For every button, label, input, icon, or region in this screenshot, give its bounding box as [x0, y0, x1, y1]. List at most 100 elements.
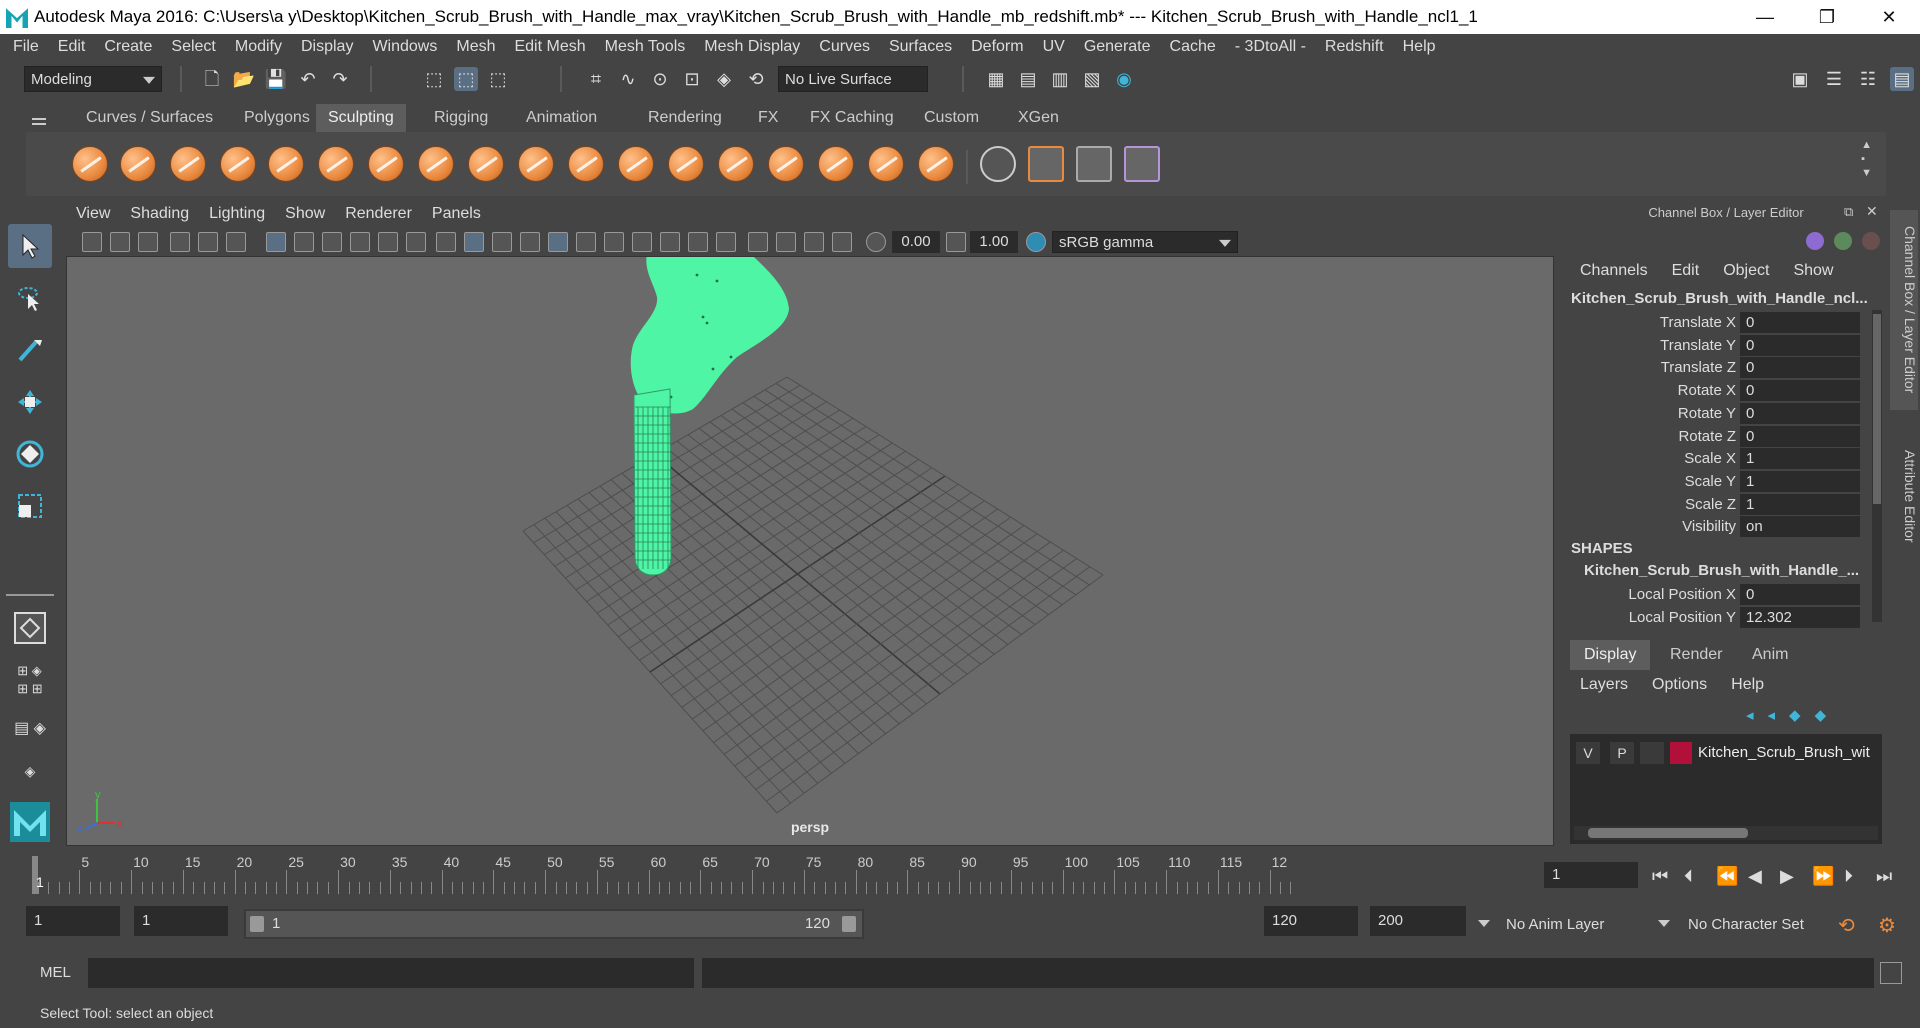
- minimize-button[interactable]: —: [1734, 0, 1796, 34]
- range-slider-start-handle[interactable]: [250, 916, 264, 932]
- xray-active-components-icon[interactable]: [804, 232, 824, 252]
- play-backwards-icon[interactable]: ◀: [1748, 866, 1768, 886]
- viewport-menu-panels[interactable]: Panels: [422, 205, 491, 223]
- sculpt-tool-icon[interactable]: [72, 146, 108, 182]
- channel-row[interactable]: Scale X1: [1566, 448, 1866, 470]
- shape-channel-row[interactable]: Local Position X0: [1566, 584, 1866, 606]
- smear-tool-icon[interactable]: [768, 146, 804, 182]
- safe-action-icon[interactable]: [406, 232, 426, 252]
- play-forwards-icon[interactable]: ▶: [1780, 866, 1800, 886]
- menu-deform[interactable]: Deform: [962, 38, 1033, 56]
- mel-input[interactable]: [88, 958, 694, 988]
- rotate-tool-icon[interactable]: [8, 432, 52, 476]
- snap-point-icon[interactable]: ⊙: [648, 67, 672, 91]
- channel-row[interactable]: Scale Z1: [1566, 493, 1866, 516]
- float-panel-icon[interactable]: ⧉: [1844, 204, 1853, 220]
- camera-attributes-icon[interactable]: [110, 232, 130, 252]
- channel-row[interactable]: Visibility on: [1566, 516, 1866, 538]
- go-to-start-icon[interactable]: ⏮: [1652, 866, 1672, 886]
- shelf-tab-animation[interactable]: Animation: [514, 104, 609, 132]
- pinch-tool-icon[interactable]: [268, 146, 304, 182]
- hyper-icon[interactable]: [1862, 232, 1880, 250]
- viewport-menu-show[interactable]: Show: [275, 205, 335, 223]
- gamma-field[interactable]: 1.00: [970, 231, 1018, 253]
- cb-menu-edit[interactable]: Edit: [1658, 262, 1710, 280]
- animation-preferences-icon[interactable]: ⚙: [1878, 913, 1896, 938]
- mel-label[interactable]: MEL: [40, 964, 71, 981]
- step-forward-key-icon[interactable]: ⏩: [1812, 866, 1834, 886]
- redo-icon[interactable]: ↷: [328, 67, 352, 91]
- close-button[interactable]: ✕: [1858, 0, 1920, 34]
- menu-curves[interactable]: Curves: [810, 38, 880, 56]
- playback-start-field[interactable]: 1: [134, 906, 228, 936]
- hypershade-icon[interactable]: ◉: [1112, 67, 1136, 91]
- channel-row-value[interactable]: 0: [1740, 312, 1860, 333]
- use-all-lights-icon[interactable]: [576, 232, 596, 252]
- scrape-tool-icon[interactable]: [618, 146, 654, 182]
- foamy-tool-icon[interactable]: [368, 146, 404, 182]
- object-name[interactable]: Kitchen_Scrub_Brush_with_Handle_ncl...: [1571, 290, 1871, 307]
- mudbox-icon[interactable]: [1076, 146, 1112, 182]
- freeze-tool-icon[interactable]: [918, 146, 954, 182]
- shelf-tab-polygons[interactable]: Polygons: [232, 104, 322, 132]
- modeling-toolkit-icon[interactable]: ▣: [1788, 67, 1812, 91]
- close-panel-icon[interactable]: ✕: [1866, 203, 1878, 220]
- layer-menu-help[interactable]: Help: [1717, 676, 1774, 694]
- texture-brush-icon[interactable]: [1124, 146, 1160, 182]
- go-to-end-icon[interactable]: ⏭: [1876, 866, 1896, 886]
- render-frame-icon[interactable]: ▤: [1016, 67, 1040, 91]
- layer-name[interactable]: Kitchen_Scrub_Brush_wit: [1698, 742, 1874, 764]
- film-gate-icon[interactable]: [294, 232, 314, 252]
- menu-windows[interactable]: Windows: [363, 38, 447, 56]
- channel-row-value[interactable]: 0: [1740, 425, 1860, 447]
- viewport-menu-shading[interactable]: Shading: [120, 205, 199, 223]
- shelf-scroll-icon[interactable]: ▲ ▪ ▼: [1861, 138, 1872, 180]
- wireframe-icon[interactable]: [436, 232, 456, 252]
- viewport-menu-lighting[interactable]: Lighting: [199, 205, 275, 223]
- channel-box-toggle-icon[interactable]: ▤: [1890, 67, 1914, 91]
- xray-icon[interactable]: [776, 232, 796, 252]
- viewport-menu-view[interactable]: View: [66, 205, 120, 223]
- two-d-pan-icon[interactable]: [198, 232, 218, 252]
- select-tool-icon[interactable]: [8, 224, 52, 268]
- textured-icon[interactable]: [548, 232, 568, 252]
- select-object-icon[interactable]: ⬚: [454, 67, 478, 91]
- snap-grid-icon[interactable]: ⌗: [584, 67, 608, 91]
- exposure-icon[interactable]: [866, 232, 886, 252]
- animation-start-field[interactable]: 1: [26, 906, 120, 936]
- menu-modify[interactable]: Modify: [226, 38, 292, 56]
- gamma-icon[interactable]: [946, 232, 966, 252]
- use-default-material-icon[interactable]: [492, 232, 512, 252]
- fill-tool-icon[interactable]: [668, 146, 704, 182]
- channel-row-value[interactable]: on: [1740, 516, 1860, 538]
- smooth-shade-icon[interactable]: [464, 232, 484, 252]
- layer-list-hscrollbar[interactable]: [1574, 826, 1878, 840]
- sculpt-layers-icon[interactable]: [1028, 146, 1064, 182]
- shelf-tab-curves-surfaces[interactable]: Curves / Surfaces: [74, 104, 225, 132]
- ipr-render-icon[interactable]: ▥: [1048, 67, 1072, 91]
- channel-row-value[interactable]: 0: [1740, 334, 1860, 356]
- viewport-menu-renderer[interactable]: Renderer: [335, 205, 422, 223]
- perspective-viewport[interactable]: persp y x z: [66, 256, 1554, 846]
- spray-tool-icon[interactable]: [418, 146, 454, 182]
- menu-edit-mesh[interactable]: Edit Mesh: [505, 38, 595, 56]
- menu-uv[interactable]: UV: [1034, 38, 1075, 56]
- shape-channel-row-value[interactable]: 0: [1740, 584, 1860, 605]
- layer-menu-layers[interactable]: Layers: [1566, 676, 1638, 694]
- shape-channel-row[interactable]: Local Position Y 12.302: [1566, 606, 1866, 629]
- character-set-arrow-icon[interactable]: [1658, 920, 1670, 927]
- channel-row[interactable]: Rotate Y0: [1566, 402, 1866, 425]
- shape-channel-row-value[interactable]: 12.302: [1740, 606, 1860, 628]
- bookmark-icon[interactable]: [138, 232, 158, 252]
- step-forward-frame-icon[interactable]: ⏵: [1844, 866, 1864, 886]
- menu-3dtoall[interactable]: - 3DtoAll -: [1226, 38, 1316, 56]
- current-frame-field[interactable]: 1: [1544, 862, 1638, 888]
- character-set-dropdown[interactable]: No Character Set: [1682, 909, 1826, 939]
- channel-row-value[interactable]: 1: [1740, 493, 1860, 515]
- shelf-tab-rigging[interactable]: Rigging: [422, 104, 500, 132]
- menu-generate[interactable]: Generate: [1075, 38, 1161, 56]
- menu-select[interactable]: Select: [162, 38, 225, 56]
- step-back-key-icon[interactable]: ⏪: [1716, 866, 1738, 886]
- single-perspective-layout-icon[interactable]: [8, 606, 52, 650]
- shelf-tab-sculpting[interactable]: Sculpting: [316, 104, 406, 132]
